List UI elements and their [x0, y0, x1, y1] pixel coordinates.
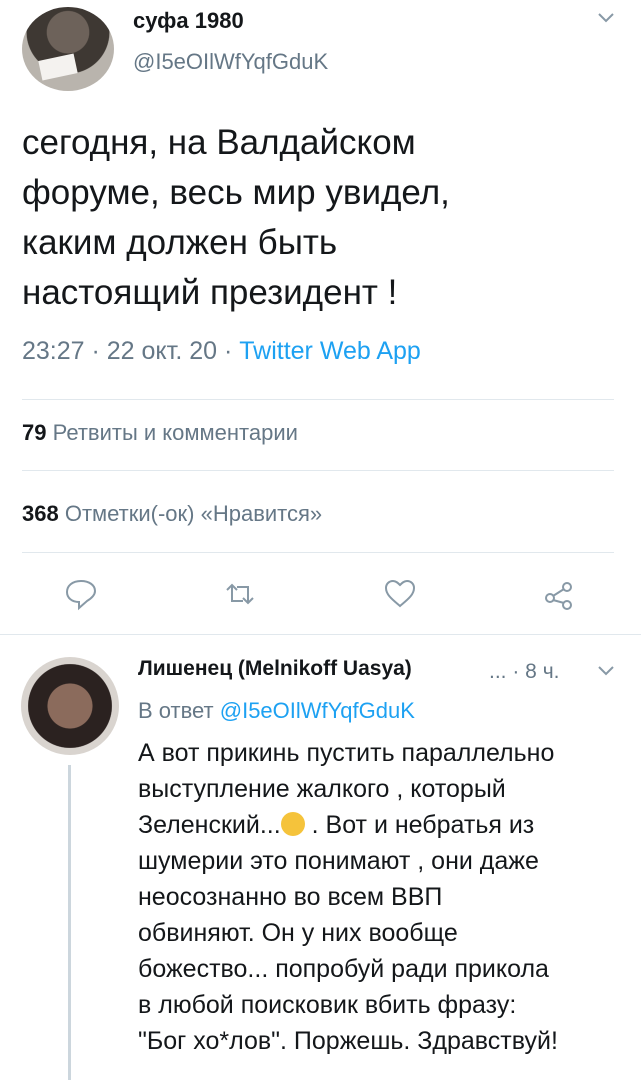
- rolling-laughing-emoji-icon: [280, 812, 305, 836]
- likes-stat[interactable]: 368 Отметки(-ок) «Нравится»: [22, 501, 322, 527]
- thread-line: [68, 765, 71, 1080]
- divider: [0, 634, 641, 635]
- retweet-icon[interactable]: [223, 577, 257, 611]
- divider: [22, 399, 614, 400]
- reply-ellipsis: ...: [489, 660, 507, 683]
- reply-author-avatar[interactable]: [21, 657, 119, 755]
- in-reply-prefix: В ответ: [138, 698, 220, 723]
- reply-text: А вот прикинь пустить параллельно выступ…: [138, 735, 628, 1059]
- in-reply-handle-link[interactable]: @I5eOIlWfYqfGduK: [220, 698, 415, 723]
- tweet-text: сегодня, на Валдайском форуме, весь мир …: [22, 123, 450, 312]
- author-name[interactable]: суфа 1980: [133, 8, 244, 34]
- author-avatar[interactable]: [22, 7, 114, 91]
- divider: [22, 470, 614, 471]
- retweets-label: Ретвиты и комментарии: [52, 420, 298, 445]
- tweet-meta: 23:27 · 22 окт. 20 · Twitter Web App: [22, 337, 421, 366]
- in-reply-to: В ответ @I5eOIlWfYqfGduK: [138, 698, 415, 724]
- chevron-down-icon[interactable]: [597, 664, 615, 678]
- likes-label: Отметки(-ок) «Нравится»: [64, 501, 323, 526]
- tweet-source-link[interactable]: Twitter Web App: [239, 337, 421, 365]
- reply-time: ... · 8 ч.: [489, 660, 559, 684]
- retweets-count: 79: [22, 420, 47, 445]
- tweet-time: 23:27 · 22 окт. 20 ·: [22, 337, 240, 365]
- chevron-down-icon[interactable]: [597, 11, 615, 25]
- reply-timestamp: · 8 ч.: [512, 660, 560, 683]
- reply-icon[interactable]: [64, 577, 98, 611]
- likes-count: 368: [22, 501, 59, 526]
- reply-author-name[interactable]: Лишенец (Melnikoff Uasya): [138, 657, 412, 681]
- reply-text-part2: . Вот и небратья из шумерии это понимают…: [138, 811, 558, 1055]
- share-icon[interactable]: [542, 577, 576, 611]
- author-handle[interactable]: @I5eOIlWfYqfGduK: [133, 49, 328, 75]
- divider: [22, 552, 614, 553]
- like-icon[interactable]: [383, 577, 417, 611]
- retweets-stat[interactable]: 79 Ретвиты и комментарии: [22, 420, 298, 446]
